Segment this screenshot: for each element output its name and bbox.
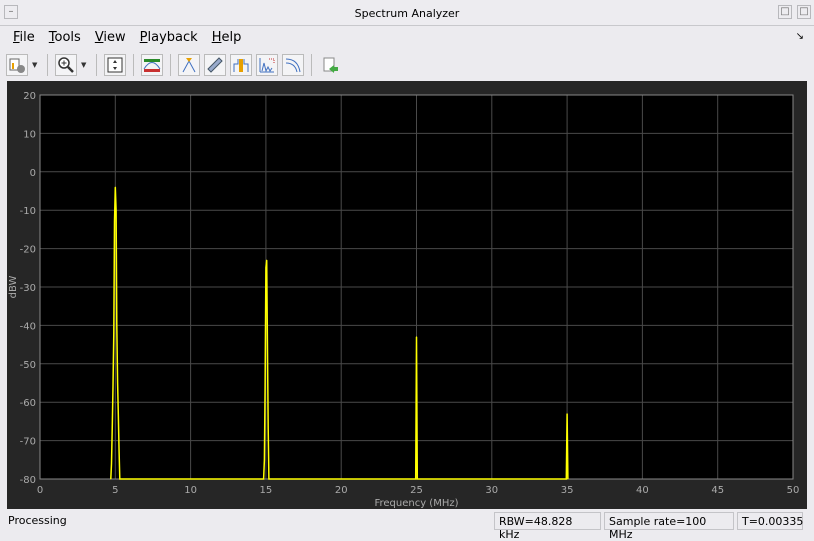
- x-tick-label: 5: [112, 485, 118, 496]
- x-tick-label: 0: [37, 485, 43, 496]
- zoom-in-icon[interactable]: [55, 54, 77, 76]
- y-tick-label: 0: [30, 168, 36, 179]
- x-tick-label: 15: [260, 485, 273, 496]
- data-point: [118, 451, 120, 453]
- data-point: [265, 267, 267, 269]
- separator: [133, 54, 134, 76]
- rbw-readout: RBW=48.828 kHz: [494, 512, 601, 541]
- spectrum-settings-icon[interactable]: [141, 54, 163, 76]
- y-tick-label: -80: [20, 475, 36, 486]
- x-tick-label: 20: [335, 485, 348, 496]
- close-button[interactable]: □: [797, 5, 811, 19]
- y-tick-label: -10: [20, 206, 36, 217]
- separator: [47, 54, 48, 76]
- data-point: [264, 386, 266, 388]
- data-point: [114, 186, 116, 188]
- menu-bar: File Tools View Playback Help: [6, 27, 248, 49]
- window-title: Spectrum Analyzer: [354, 7, 460, 20]
- undock-icon[interactable]: ↘: [796, 31, 804, 42]
- y-tick-label: 20: [23, 91, 36, 102]
- export-icon[interactable]: [319, 54, 341, 76]
- data-point: [112, 386, 114, 388]
- data-point: [266, 259, 268, 261]
- minimize-button[interactable]: □: [778, 5, 792, 19]
- y-tick-label: -30: [20, 283, 36, 294]
- toolbar: ▼ ▼: [6, 51, 341, 79]
- data-point: [115, 209, 117, 211]
- data-point: [416, 336, 417, 338]
- data-point: [268, 478, 270, 480]
- data-point: [567, 478, 569, 480]
- data-point: [117, 413, 119, 415]
- x-tick-label: 50: [787, 485, 800, 496]
- y-tick-label: -20: [20, 245, 36, 256]
- peak-finder-icon[interactable]: [178, 54, 200, 76]
- x-tick-label: 35: [561, 485, 574, 496]
- data-point: [416, 478, 418, 480]
- menu-playback[interactable]: Playback: [133, 27, 205, 49]
- ccdf-icon[interactable]: [282, 54, 304, 76]
- x-tick-label: 10: [184, 485, 197, 496]
- menu-view[interactable]: View: [88, 27, 133, 49]
- title-bar: – Spectrum Analyzer □ □: [0, 0, 814, 26]
- time-readout: T=0.00335: [737, 512, 803, 530]
- data-point: [566, 413, 568, 415]
- data-point: [110, 478, 112, 480]
- x-axis-label: Frequency (MHz): [374, 498, 458, 509]
- data-point: [119, 478, 121, 480]
- data-point: [263, 478, 265, 480]
- y-tick-label: -40: [20, 321, 36, 332]
- menu-tools[interactable]: Tools: [42, 27, 88, 49]
- spectrum-chart[interactable]: 0 5 10 15 20 25 30 35 40 45 50 20 10 0 -10 -20 -30 -40 -50…: [7, 81, 807, 509]
- separator: [170, 54, 171, 76]
- measurement-icon[interactable]: [204, 54, 226, 76]
- data-point: [263, 459, 265, 461]
- data-point: [415, 478, 417, 480]
- data-point: [565, 478, 567, 480]
- data-point: [111, 424, 113, 426]
- settings-dropdown-icon[interactable]: ▼: [32, 61, 40, 69]
- sample-rate-readout: Sample rate=100 MHz: [604, 512, 734, 541]
- menu-file[interactable]: File: [6, 27, 42, 49]
- data-point: [114, 221, 116, 223]
- x-tick-label: 25: [410, 485, 423, 496]
- x-tick-label: 40: [636, 485, 649, 496]
- zoom-dropdown-icon[interactable]: ▼: [81, 61, 89, 69]
- separator: [311, 54, 312, 76]
- data-point: [113, 332, 115, 334]
- status-text: Processing: [8, 514, 67, 527]
- channel-measurement-icon[interactable]: [230, 54, 252, 76]
- y-axis-label: dBW: [8, 276, 19, 299]
- data-point: [266, 340, 268, 342]
- distortion-icon[interactable]: [256, 54, 278, 76]
- y-tick-label: -50: [20, 360, 36, 371]
- x-tick-label: 30: [485, 485, 498, 496]
- data-point: [116, 324, 118, 326]
- data-point: [267, 428, 269, 430]
- settings-icon[interactable]: [6, 54, 28, 76]
- y-tick-label: -60: [20, 398, 36, 409]
- menu-help[interactable]: Help: [205, 27, 249, 49]
- data-point: [117, 382, 119, 384]
- x-tick-label: 45: [711, 485, 724, 496]
- y-tick-label: 10: [23, 129, 36, 140]
- separator: [96, 54, 97, 76]
- scale-axes-icon[interactable]: [104, 54, 126, 76]
- plot-panel: 0 5 10 15 20 25 30 35 40 45 50 20 10 0 -10 -20 -30 -40 -50…: [7, 81, 807, 509]
- y-tick-label: -70: [20, 437, 36, 448]
- data-point: [111, 463, 113, 465]
